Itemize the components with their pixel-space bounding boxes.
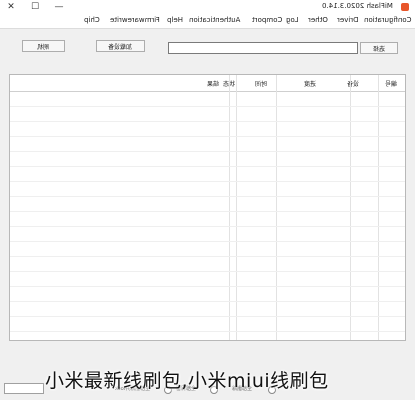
select-button[interactable]: 选择 [360, 42, 398, 54]
table-header: 编号 设备 进度 时间 状态 结果 [10, 75, 405, 92]
row-divider [10, 331, 405, 332]
column-header-progress[interactable]: 进度 [304, 79, 316, 88]
app-logo-icon [401, 3, 409, 11]
maximize-icon[interactable]: ☐ [24, 0, 46, 14]
menu-firmwarewrite[interactable]: Firmwarewrite [110, 16, 160, 24]
menu-comport[interactable]: Comport [252, 16, 282, 24]
row-divider [10, 136, 405, 137]
menu-other[interactable]: Other [308, 16, 328, 24]
menu-configuration[interactable]: Configuration [364, 16, 411, 24]
column-header-time[interactable]: 时间 [255, 79, 267, 88]
column-header-result[interactable]: 结果 [207, 79, 219, 88]
row-divider [10, 181, 405, 182]
menu-authentication[interactable]: Authentication [189, 16, 240, 24]
firmware-path-input[interactable] [168, 42, 358, 54]
flash-button[interactable]: 刷机 [22, 40, 65, 52]
row-divider [10, 166, 405, 167]
toolbar: 选择 加载设备 刷机 [0, 29, 415, 69]
window-title: MiFlash 2020.3.14.0 [322, 2, 393, 10]
row-divider [10, 256, 405, 257]
row-divider [10, 301, 405, 302]
row-divider [10, 286, 405, 287]
row-divider [10, 121, 405, 122]
title-bar: ✕ ☐ — MiFlash 2020.3.14.0 [0, 0, 415, 14]
menu-log[interactable]: Log [286, 16, 299, 24]
miflash-window: ✕ ☐ — MiFlash 2020.3.14.0 Configuration … [0, 0, 415, 400]
caption-overlay: 小米最新线刷包,小米miui线刷包 [45, 370, 329, 392]
column-header-id[interactable]: 编号 [385, 79, 397, 88]
row-divider [10, 211, 405, 212]
close-icon[interactable]: ✕ [0, 0, 22, 14]
column-header-device[interactable]: 设备 [347, 79, 359, 88]
load-device-button[interactable]: 加载设备 [96, 40, 145, 52]
menu-bar: Configuration Driver Other Log Comport A… [0, 14, 415, 29]
row-divider [10, 241, 405, 242]
row-divider [10, 151, 405, 152]
row-divider [10, 271, 405, 272]
device-table: 编号 设备 进度 时间 状态 结果 [9, 74, 406, 341]
minimize-icon[interactable]: — [48, 0, 70, 14]
row-divider [10, 316, 405, 317]
row-divider [10, 106, 405, 107]
menu-chip[interactable]: Chip [84, 16, 100, 24]
row-divider [10, 226, 405, 227]
menu-help[interactable]: Help [167, 16, 183, 24]
row-divider [10, 196, 405, 197]
options-dropdown[interactable] [4, 383, 44, 394]
menu-driver[interactable]: Driver [337, 16, 359, 24]
